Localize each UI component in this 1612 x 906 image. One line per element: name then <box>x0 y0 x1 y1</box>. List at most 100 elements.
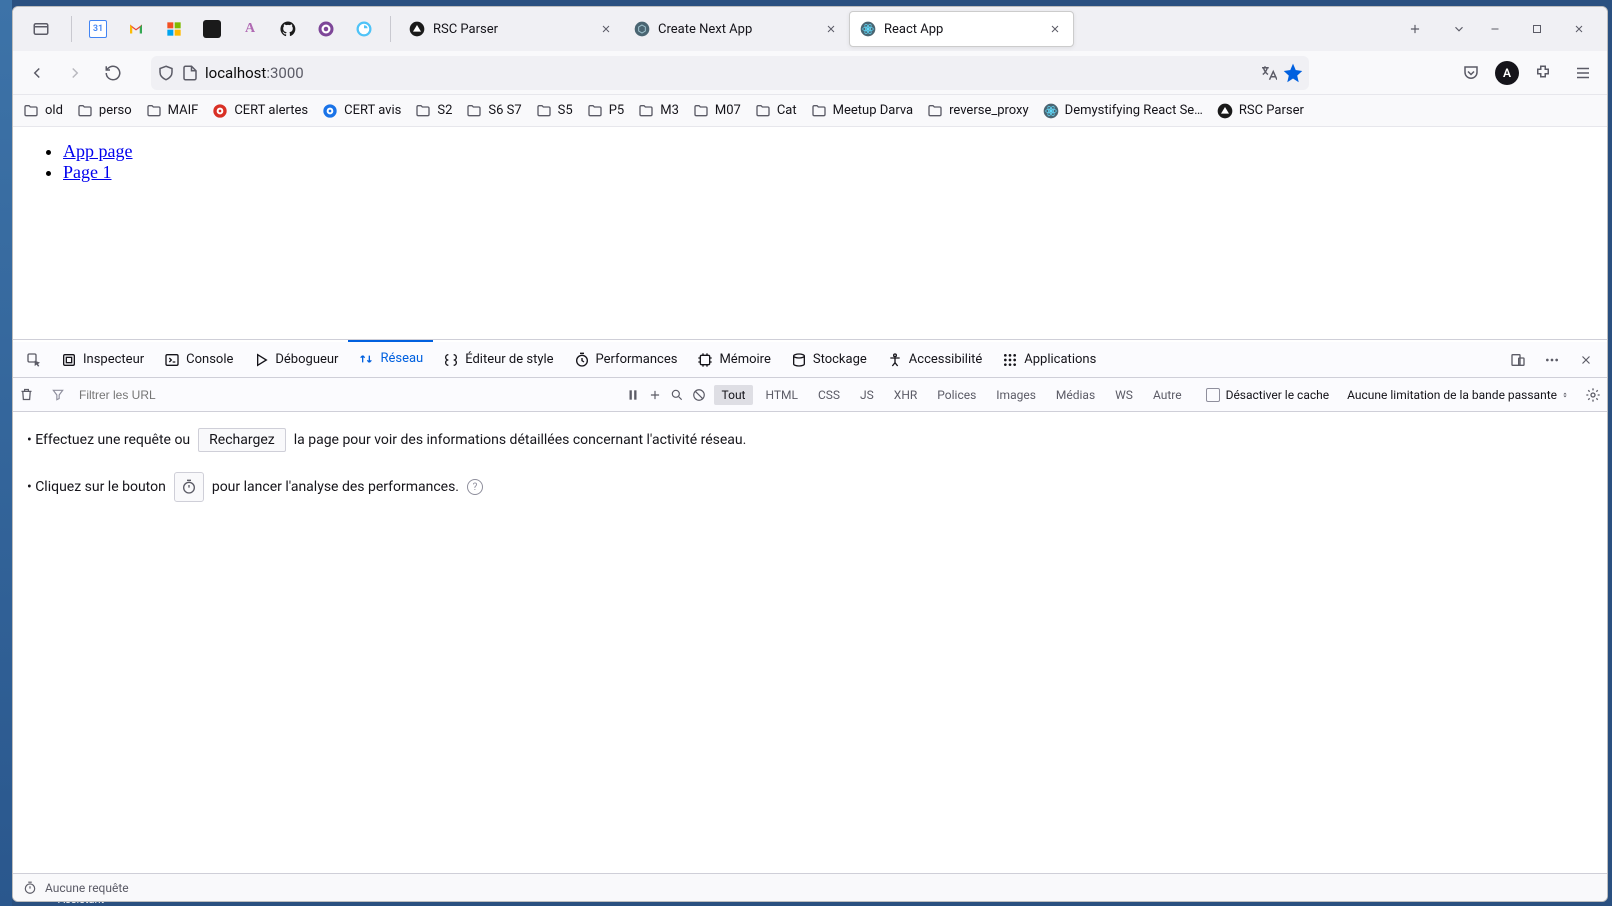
shield-icon[interactable] <box>157 64 175 82</box>
window-maximize-button[interactable] <box>1521 13 1553 45</box>
folder-icon <box>146 103 162 119</box>
bookmark-old[interactable]: old <box>23 103 63 119</box>
bookmark-maif[interactable]: MAIF <box>146 103 199 119</box>
bookmark-meetup-darva[interactable]: Meetup Darva <box>811 103 913 119</box>
search-icon[interactable] <box>670 388 684 402</box>
filter-chip-css[interactable]: CSS <box>810 385 848 405</box>
bookmark-cert-avis[interactable]: CERT avis <box>322 103 401 119</box>
window-close-button[interactable] <box>1563 13 1595 45</box>
url-text[interactable]: localhost:3000 <box>205 64 1253 82</box>
settings-gear-icon[interactable] <box>1585 387 1601 403</box>
network-toolbar: ToutHTMLCSSJSXHRPolicesImagesMédiasWSAut… <box>13 378 1607 412</box>
pocket-icon[interactable] <box>1455 57 1487 89</box>
extensions-icon[interactable] <box>1527 57 1559 89</box>
browser-window: 31 A RSC Parser Create Next App React App <box>12 6 1608 902</box>
responsive-mode-icon[interactable] <box>1503 345 1533 375</box>
bookmark-p5[interactable]: P5 <box>587 103 625 119</box>
devtools-tab-apps[interactable]: Applications <box>992 342 1106 377</box>
bookmark-s5[interactable]: S5 <box>536 103 573 119</box>
devtools-tab-storage[interactable]: Stockage <box>781 342 877 377</box>
filter-chip-tout[interactable]: Tout <box>714 385 754 405</box>
translate-icon[interactable] <box>1259 64 1277 82</box>
devtools-tab-perf[interactable]: Performances <box>564 342 688 377</box>
bookmark-label: M3 <box>660 103 679 118</box>
close-icon[interactable] <box>823 21 839 37</box>
tabs-dropdown-button[interactable] <box>1443 13 1475 45</box>
bookmark-star-icon[interactable] <box>1283 63 1303 83</box>
reload-inline-button[interactable]: Rechargez <box>198 428 286 452</box>
tab-rsc-parser[interactable]: RSC Parser <box>399 11 624 47</box>
filter-chip-médias[interactable]: Médias <box>1048 385 1103 405</box>
pinned-tab-a-logo[interactable]: A <box>232 11 268 47</box>
page-link[interactable]: App page <box>63 141 132 161</box>
devtools-panel: InspecteurConsole Débogueur Réseau Éditeur … <box>13 339 1607 901</box>
bookmark-cert-alertes[interactable]: CERT alertes <box>212 103 308 119</box>
devtools-menu-icon[interactable] <box>1537 345 1567 375</box>
stopwatch-inline-button[interactable] <box>174 472 204 502</box>
filter-chip-html[interactable]: HTML <box>757 385 806 405</box>
pinned-tab-github[interactable] <box>270 11 306 47</box>
sidebar-toggle-icon[interactable] <box>25 13 57 45</box>
triangle-dark-icon <box>1217 103 1233 119</box>
window-minimize-button[interactable] <box>1479 13 1511 45</box>
devtools-tab-a11y[interactable]: Accessibilité <box>877 342 993 377</box>
back-button[interactable] <box>21 57 53 89</box>
network-empty-state: • Effectuez une requête ou Rechargez la … <box>13 412 1607 873</box>
filter-chip-ws[interactable]: WS <box>1107 385 1141 405</box>
bookmark-reverse-proxy[interactable]: reverse_proxy <box>927 103 1029 119</box>
account-icon[interactable]: A <box>1495 61 1519 85</box>
forward-button[interactable] <box>59 57 91 89</box>
add-icon[interactable] <box>648 388 662 402</box>
close-icon[interactable] <box>1047 21 1063 37</box>
close-icon[interactable] <box>598 21 614 37</box>
url-bar[interactable]: localhost:3000 <box>151 56 1309 90</box>
pinned-tab-gmail[interactable] <box>118 11 154 47</box>
debugger-icon <box>253 352 269 368</box>
filter-chip-autre[interactable]: Autre <box>1145 385 1190 405</box>
filter-chip-xhr[interactable]: XHR <box>886 385 925 405</box>
status-text: Aucune requête <box>45 881 129 895</box>
filter-chip-images[interactable]: Images <box>988 385 1044 405</box>
pinned-tab-calendar[interactable]: 31 <box>80 11 116 47</box>
bookmark-s2[interactable]: S2 <box>415 103 452 119</box>
block-icon[interactable] <box>692 388 706 402</box>
devtools-tab-network[interactable]: Réseau <box>348 340 433 375</box>
app-menu-icon[interactable] <box>1567 57 1599 89</box>
devtools-tab-label: Réseau <box>380 351 423 366</box>
pick-element-icon[interactable] <box>19 345 49 375</box>
bookmark-cat[interactable]: Cat <box>755 103 797 119</box>
clear-icon[interactable] <box>19 387 41 402</box>
pinned-tab-microsoft[interactable] <box>156 11 192 47</box>
tab-label: RSC Parser <box>433 22 590 37</box>
bookmark-s6-s7[interactable]: S6 S7 <box>466 103 521 119</box>
bookmark-m07[interactable]: M07 <box>693 103 741 119</box>
devtools-tab-console[interactable]: Console <box>154 342 243 377</box>
tab-react-app[interactable]: React App <box>849 11 1074 47</box>
bookmark-rsc-parser[interactable]: RSC Parser <box>1217 103 1304 119</box>
bookmark-label: S6 S7 <box>488 103 521 118</box>
pause-icon[interactable] <box>626 388 640 402</box>
disable-cache-checkbox[interactable]: Désactiver le cache <box>1206 388 1330 402</box>
help-icon[interactable]: ? <box>467 479 483 495</box>
bookmark-perso[interactable]: perso <box>77 103 132 119</box>
filter-chip-js[interactable]: JS <box>852 385 882 405</box>
devtools-tab-inspector[interactable]: Inspecteur <box>51 342 154 377</box>
pinned-tab-code[interactable] <box>194 11 230 47</box>
devtools-tab-style[interactable]: Éditeur de style <box>433 342 563 377</box>
pinned-tab-browser-tools[interactable] <box>346 11 382 47</box>
throttle-select[interactable]: Aucune limitation de la bande passante <box>1347 388 1569 402</box>
devtools-close-icon[interactable] <box>1571 345 1601 375</box>
pinned-tab-onion[interactable] <box>308 11 344 47</box>
filter-chip-polices[interactable]: Polices <box>929 385 984 405</box>
tab-create-next-app[interactable]: Create Next App <box>624 11 849 47</box>
bookmark-m3[interactable]: M3 <box>638 103 679 119</box>
new-tab-button[interactable] <box>1399 13 1431 45</box>
devtools-tab-memory[interactable]: Mémoire <box>687 342 780 377</box>
filter-url-input[interactable] <box>75 383 375 407</box>
page-info-icon[interactable] <box>181 64 199 82</box>
page-link[interactable]: Page 1 <box>63 162 112 182</box>
devtools-tab-debugger[interactable]: Débogueur <box>243 342 348 377</box>
reload-button[interactable] <box>97 57 129 89</box>
devtools-tab-label: Débogueur <box>275 352 338 367</box>
bookmark-demystifying-react-se-[interactable]: Demystifying React Se… <box>1043 103 1203 119</box>
